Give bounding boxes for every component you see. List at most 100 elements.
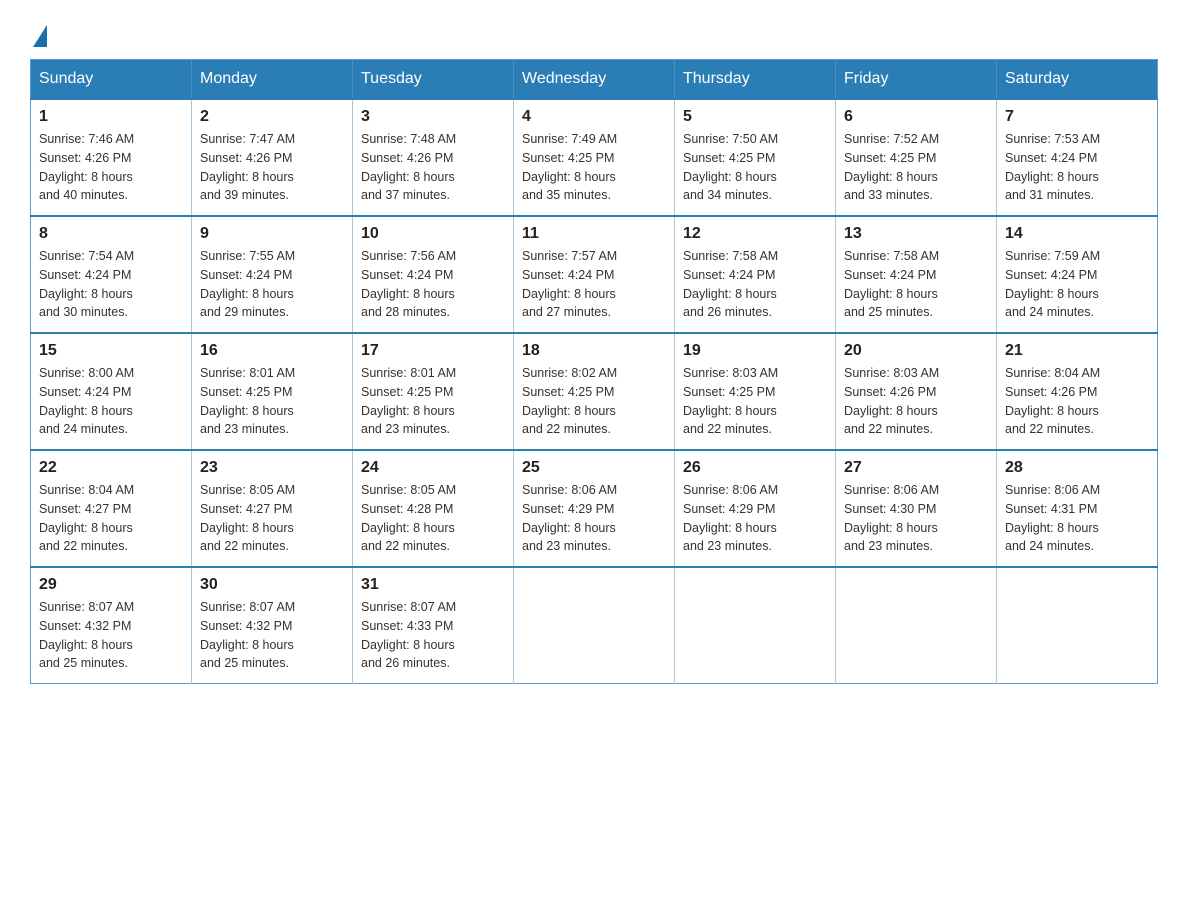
day-number: 1: [39, 108, 183, 126]
calendar-week-row: 22 Sunrise: 8:04 AM Sunset: 4:27 PM Dayl…: [31, 450, 1158, 567]
day-number: 20: [844, 342, 988, 360]
day-number: 18: [522, 342, 666, 360]
day-info: Sunrise: 8:07 AM Sunset: 4:32 PM Dayligh…: [200, 598, 344, 673]
calendar-cell: 17 Sunrise: 8:01 AM Sunset: 4:25 PM Dayl…: [353, 333, 514, 450]
calendar-cell: 26 Sunrise: 8:06 AM Sunset: 4:29 PM Dayl…: [675, 450, 836, 567]
calendar-cell: [514, 567, 675, 684]
calendar-cell: 24 Sunrise: 8:05 AM Sunset: 4:28 PM Dayl…: [353, 450, 514, 567]
day-info: Sunrise: 7:55 AM Sunset: 4:24 PM Dayligh…: [200, 247, 344, 322]
day-number: 22: [39, 459, 183, 477]
calendar-cell: 13 Sunrise: 7:58 AM Sunset: 4:24 PM Dayl…: [836, 216, 997, 333]
calendar-cell: 14 Sunrise: 7:59 AM Sunset: 4:24 PM Dayl…: [997, 216, 1158, 333]
day-info: Sunrise: 7:58 AM Sunset: 4:24 PM Dayligh…: [683, 247, 827, 322]
day-of-week-header: Sunday: [31, 60, 192, 100]
calendar-cell: 3 Sunrise: 7:48 AM Sunset: 4:26 PM Dayli…: [353, 99, 514, 216]
day-number: 8: [39, 225, 183, 243]
calendar-cell: 8 Sunrise: 7:54 AM Sunset: 4:24 PM Dayli…: [31, 216, 192, 333]
day-number: 13: [844, 225, 988, 243]
day-info: Sunrise: 7:53 AM Sunset: 4:24 PM Dayligh…: [1005, 130, 1149, 205]
calendar-cell: 5 Sunrise: 7:50 AM Sunset: 4:25 PM Dayli…: [675, 99, 836, 216]
calendar-header-row: SundayMondayTuesdayWednesdayThursdayFrid…: [31, 60, 1158, 100]
calendar-cell: 27 Sunrise: 8:06 AM Sunset: 4:30 PM Dayl…: [836, 450, 997, 567]
day-of-week-header: Wednesday: [514, 60, 675, 100]
day-info: Sunrise: 8:02 AM Sunset: 4:25 PM Dayligh…: [522, 364, 666, 439]
calendar-week-row: 15 Sunrise: 8:00 AM Sunset: 4:24 PM Dayl…: [31, 333, 1158, 450]
day-info: Sunrise: 7:57 AM Sunset: 4:24 PM Dayligh…: [522, 247, 666, 322]
day-number: 7: [1005, 108, 1149, 126]
day-number: 19: [683, 342, 827, 360]
calendar-cell: 18 Sunrise: 8:02 AM Sunset: 4:25 PM Dayl…: [514, 333, 675, 450]
calendar-week-row: 29 Sunrise: 8:07 AM Sunset: 4:32 PM Dayl…: [31, 567, 1158, 684]
day-info: Sunrise: 8:03 AM Sunset: 4:26 PM Dayligh…: [844, 364, 988, 439]
day-number: 24: [361, 459, 505, 477]
calendar-cell: 25 Sunrise: 8:06 AM Sunset: 4:29 PM Dayl…: [514, 450, 675, 567]
day-info: Sunrise: 8:00 AM Sunset: 4:24 PM Dayligh…: [39, 364, 183, 439]
day-number: 25: [522, 459, 666, 477]
day-number: 29: [39, 576, 183, 594]
day-info: Sunrise: 8:07 AM Sunset: 4:33 PM Dayligh…: [361, 598, 505, 673]
day-number: 4: [522, 108, 666, 126]
calendar-cell: 4 Sunrise: 7:49 AM Sunset: 4:25 PM Dayli…: [514, 99, 675, 216]
calendar-cell: [997, 567, 1158, 684]
day-info: Sunrise: 8:01 AM Sunset: 4:25 PM Dayligh…: [361, 364, 505, 439]
day-number: 2: [200, 108, 344, 126]
calendar-cell: 16 Sunrise: 8:01 AM Sunset: 4:25 PM Dayl…: [192, 333, 353, 450]
day-info: Sunrise: 8:05 AM Sunset: 4:28 PM Dayligh…: [361, 481, 505, 556]
calendar-cell: 11 Sunrise: 7:57 AM Sunset: 4:24 PM Dayl…: [514, 216, 675, 333]
calendar-cell: 20 Sunrise: 8:03 AM Sunset: 4:26 PM Dayl…: [836, 333, 997, 450]
day-info: Sunrise: 8:04 AM Sunset: 4:26 PM Dayligh…: [1005, 364, 1149, 439]
logo-triangle-icon: [33, 25, 47, 47]
day-info: Sunrise: 8:03 AM Sunset: 4:25 PM Dayligh…: [683, 364, 827, 439]
day-info: Sunrise: 8:06 AM Sunset: 4:31 PM Dayligh…: [1005, 481, 1149, 556]
calendar-table: SundayMondayTuesdayWednesdayThursdayFrid…: [30, 59, 1158, 684]
day-number: 11: [522, 225, 666, 243]
calendar-cell: 15 Sunrise: 8:00 AM Sunset: 4:24 PM Dayl…: [31, 333, 192, 450]
day-number: 21: [1005, 342, 1149, 360]
day-info: Sunrise: 7:47 AM Sunset: 4:26 PM Dayligh…: [200, 130, 344, 205]
calendar-cell: 9 Sunrise: 7:55 AM Sunset: 4:24 PM Dayli…: [192, 216, 353, 333]
day-info: Sunrise: 8:06 AM Sunset: 4:30 PM Dayligh…: [844, 481, 988, 556]
calendar-week-row: 8 Sunrise: 7:54 AM Sunset: 4:24 PM Dayli…: [31, 216, 1158, 333]
calendar-cell: 10 Sunrise: 7:56 AM Sunset: 4:24 PM Dayl…: [353, 216, 514, 333]
calendar-cell: 28 Sunrise: 8:06 AM Sunset: 4:31 PM Dayl…: [997, 450, 1158, 567]
day-number: 15: [39, 342, 183, 360]
day-number: 5: [683, 108, 827, 126]
day-info: Sunrise: 7:46 AM Sunset: 4:26 PM Dayligh…: [39, 130, 183, 205]
day-number: 12: [683, 225, 827, 243]
day-info: Sunrise: 8:05 AM Sunset: 4:27 PM Dayligh…: [200, 481, 344, 556]
day-of-week-header: Saturday: [997, 60, 1158, 100]
calendar-cell: 30 Sunrise: 8:07 AM Sunset: 4:32 PM Dayl…: [192, 567, 353, 684]
day-of-week-header: Monday: [192, 60, 353, 100]
calendar-cell: 12 Sunrise: 7:58 AM Sunset: 4:24 PM Dayl…: [675, 216, 836, 333]
day-number: 23: [200, 459, 344, 477]
page-header: [30, 20, 1158, 41]
day-info: Sunrise: 8:04 AM Sunset: 4:27 PM Dayligh…: [39, 481, 183, 556]
day-of-week-header: Tuesday: [353, 60, 514, 100]
calendar-cell: 7 Sunrise: 7:53 AM Sunset: 4:24 PM Dayli…: [997, 99, 1158, 216]
calendar-cell: [675, 567, 836, 684]
calendar-cell: 23 Sunrise: 8:05 AM Sunset: 4:27 PM Dayl…: [192, 450, 353, 567]
day-info: Sunrise: 7:48 AM Sunset: 4:26 PM Dayligh…: [361, 130, 505, 205]
day-info: Sunrise: 7:49 AM Sunset: 4:25 PM Dayligh…: [522, 130, 666, 205]
day-info: Sunrise: 7:58 AM Sunset: 4:24 PM Dayligh…: [844, 247, 988, 322]
calendar-cell: 22 Sunrise: 8:04 AM Sunset: 4:27 PM Dayl…: [31, 450, 192, 567]
calendar-cell: 21 Sunrise: 8:04 AM Sunset: 4:26 PM Dayl…: [997, 333, 1158, 450]
calendar-cell: 6 Sunrise: 7:52 AM Sunset: 4:25 PM Dayli…: [836, 99, 997, 216]
calendar-cell: 29 Sunrise: 8:07 AM Sunset: 4:32 PM Dayl…: [31, 567, 192, 684]
day-number: 6: [844, 108, 988, 126]
day-info: Sunrise: 7:56 AM Sunset: 4:24 PM Dayligh…: [361, 247, 505, 322]
day-number: 30: [200, 576, 344, 594]
day-info: Sunrise: 8:06 AM Sunset: 4:29 PM Dayligh…: [683, 481, 827, 556]
calendar-cell: 2 Sunrise: 7:47 AM Sunset: 4:26 PM Dayli…: [192, 99, 353, 216]
day-of-week-header: Friday: [836, 60, 997, 100]
day-info: Sunrise: 7:52 AM Sunset: 4:25 PM Dayligh…: [844, 130, 988, 205]
day-number: 10: [361, 225, 505, 243]
day-of-week-header: Thursday: [675, 60, 836, 100]
calendar-week-row: 1 Sunrise: 7:46 AM Sunset: 4:26 PM Dayli…: [31, 99, 1158, 216]
day-number: 31: [361, 576, 505, 594]
day-number: 28: [1005, 459, 1149, 477]
logo: [30, 20, 47, 41]
day-number: 3: [361, 108, 505, 126]
day-number: 9: [200, 225, 344, 243]
day-info: Sunrise: 7:54 AM Sunset: 4:24 PM Dayligh…: [39, 247, 183, 322]
